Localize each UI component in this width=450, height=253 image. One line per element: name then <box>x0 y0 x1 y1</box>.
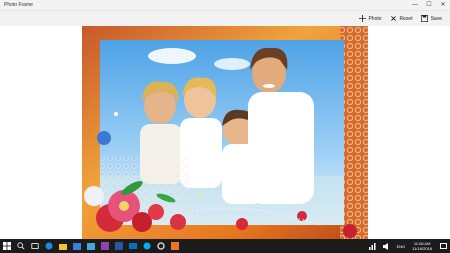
notifications-icon[interactable] <box>438 241 448 251</box>
search-icon[interactable] <box>16 241 26 251</box>
framed-photo[interactable] <box>82 26 368 239</box>
clock[interactable]: 11:06 AM 11/16/2018 <box>412 241 432 251</box>
minimize-button[interactable]: — <box>408 0 422 10</box>
edge-icon[interactable] <box>44 241 54 251</box>
word-icon[interactable] <box>114 241 124 251</box>
skype-icon[interactable] <box>142 241 152 251</box>
reset-button-label: Reset <box>399 15 413 22</box>
plus-icon <box>358 15 366 23</box>
app-title: Photo Frame <box>4 2 33 8</box>
volume-icon[interactable] <box>382 241 392 251</box>
taskbar: ENG 11:06 AM 11/16/2018 <box>0 239 450 253</box>
window-controls: — ☐ ✕ <box>408 0 450 10</box>
command-bar: Photo Reset Save <box>0 11 450 26</box>
mail-icon[interactable] <box>128 241 138 251</box>
reset-icon <box>390 15 398 23</box>
clock-date: 11/16/2018 <box>412 246 432 251</box>
task-view-icon[interactable] <box>30 241 40 251</box>
photo-button-label: Photo <box>368 15 382 22</box>
network-icon[interactable] <box>368 241 378 251</box>
reset-button[interactable]: Reset <box>390 15 413 23</box>
close-button[interactable]: ✕ <box>436 0 450 10</box>
save-icon <box>421 15 429 23</box>
save-button[interactable]: Save <box>421 15 442 23</box>
photos-icon[interactable] <box>86 241 96 251</box>
maximize-button[interactable]: ☐ <box>422 0 436 10</box>
settings-icon[interactable] <box>156 241 166 251</box>
system-tray: ENG 11:06 AM 11/16/2018 <box>366 239 450 253</box>
photo-button[interactable]: Photo <box>358 15 382 23</box>
store-icon[interactable] <box>72 241 82 251</box>
title-bar: Photo Frame — ☐ ✕ <box>0 0 450 11</box>
editor-canvas <box>0 26 450 239</box>
save-button-label: Save <box>430 15 442 22</box>
file-explorer-icon[interactable] <box>58 241 68 251</box>
start-icon[interactable] <box>2 241 12 251</box>
photo-frame-icon[interactable] <box>170 241 180 251</box>
language-indicator[interactable]: ENG <box>397 244 406 249</box>
visual-studio-icon[interactable] <box>100 241 110 251</box>
